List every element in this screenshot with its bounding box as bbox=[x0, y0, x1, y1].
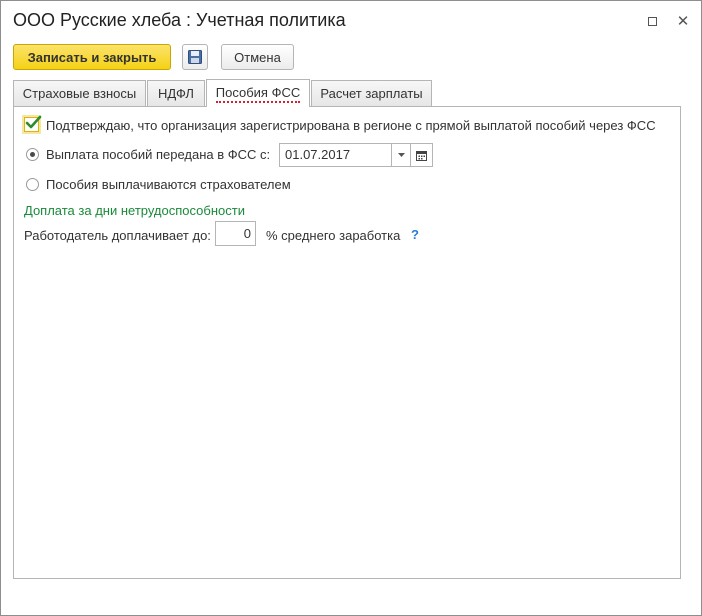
radio-insurer-payment-label[interactable]: Пособия выплачиваются страхователем bbox=[46, 177, 291, 192]
radio-fss-payment-label[interactable]: Выплата пособий передана в ФСС с: bbox=[46, 147, 270, 162]
cancel-button[interactable]: Отмена bbox=[221, 44, 294, 70]
tab-payroll[interactable]: Расчет зарплаты bbox=[311, 80, 432, 106]
tab-insurance-contributions[interactable]: Страховые взносы bbox=[13, 80, 146, 106]
tab-ndfl[interactable]: НДФЛ bbox=[147, 80, 205, 106]
tab-label: Расчет зарплаты bbox=[320, 86, 423, 101]
floppy-disk-icon bbox=[188, 50, 202, 64]
date-dropdown-button[interactable] bbox=[391, 143, 411, 167]
confirm-checkbox[interactable] bbox=[22, 115, 42, 134]
fss-date-input[interactable]: 01.07.2017 bbox=[279, 143, 409, 167]
save-button[interactable] bbox=[182, 44, 208, 70]
calendar-icon bbox=[416, 150, 427, 161]
employer-pays-percent-input[interactable]: 0 bbox=[215, 221, 256, 246]
tab-label: Пособия ФСС bbox=[215, 85, 301, 103]
help-icon[interactable]: ? bbox=[411, 227, 419, 242]
calendar-button[interactable] bbox=[410, 143, 433, 167]
save-and-close-button[interactable]: Записать и закрыть bbox=[13, 44, 171, 70]
chevron-down-icon bbox=[397, 153, 405, 157]
close-icon[interactable]: ✕ bbox=[674, 12, 692, 30]
confirm-checkbox-label[interactable]: Подтверждаю, что организация зарегистрир… bbox=[46, 118, 656, 133]
checkmark-icon bbox=[25, 115, 42, 129]
employer-pays-label: Работодатель доплачивает до: bbox=[24, 228, 211, 243]
window-title: ООО Русские хлеба : Учетная политика bbox=[13, 10, 346, 30]
tab-label: Страховые взносы bbox=[22, 86, 137, 101]
radio-insurer-payment[interactable] bbox=[26, 178, 39, 191]
radio-fss-payment[interactable] bbox=[26, 148, 39, 161]
percent-suffix-label: % среднего заработка bbox=[266, 228, 401, 243]
tab-fss-benefits[interactable]: Пособия ФСС bbox=[206, 79, 310, 107]
maximize-icon[interactable] bbox=[643, 12, 661, 30]
tab-label: НДФЛ bbox=[158, 86, 194, 101]
section-title: Доплата за дни нетрудоспособности bbox=[24, 203, 245, 218]
